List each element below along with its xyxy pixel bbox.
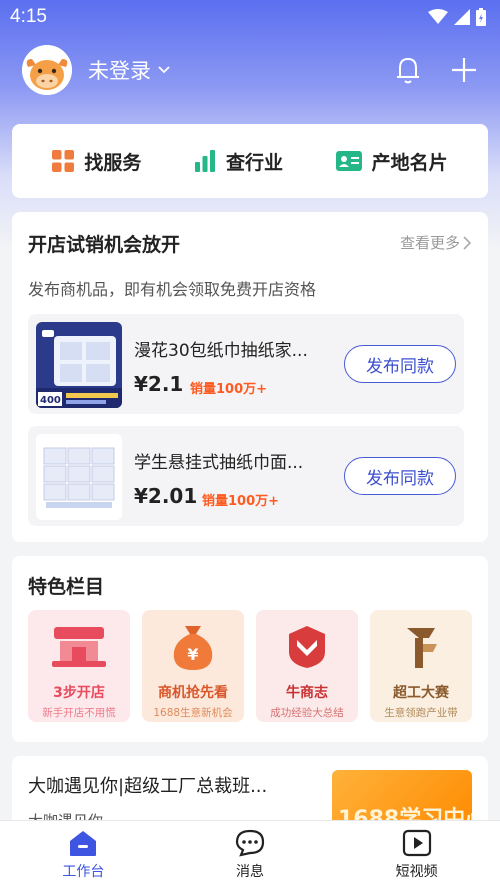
nav-item-short-video[interactable]: 短视频	[357, 829, 477, 881]
top-bar: 未登录	[0, 40, 500, 100]
tile-subtitle: 新手开店不用慌	[42, 707, 116, 719]
chevron-down-icon	[158, 66, 170, 74]
product-image-badge: 400	[40, 395, 61, 406]
chevron-right-icon	[463, 235, 472, 250]
money-bag-icon: ¥	[173, 626, 213, 670]
status-bar: 4:15	[0, 0, 500, 34]
features-title: 特色栏目	[28, 576, 105, 598]
publish-same-button[interactable]: 发布同款	[344, 345, 456, 383]
video-icon	[402, 829, 431, 856]
tile-open-store[interactable]: 3步开店 新手开店不用慌	[28, 610, 130, 722]
tile-title: 3步开店	[53, 685, 105, 701]
avatar[interactable]	[22, 45, 72, 95]
features-card: 特色栏目 3步开店 新手开店不用慌 ¥ 商机抢先看 1688生意新机会 牛商志 …	[12, 556, 488, 742]
promo-title: 开店试销机会放开	[28, 234, 181, 256]
promo-card: 开店试销机会放开 查看更多 发布商机品，即有机会领取免费开店资格 400 漫花3…	[12, 212, 488, 542]
article-title: 大咖遇见你|超级工厂总裁班...	[28, 776, 268, 797]
product-name: 学生悬挂式抽纸巾面...	[134, 453, 304, 473]
nav-item-messages[interactable]: 消息	[190, 829, 310, 881]
tile-title: 商机抢先看	[158, 685, 228, 701]
cow-mascot-icon	[22, 45, 72, 95]
publish-same-button[interactable]: 发布同款	[344, 457, 456, 495]
shop-icon	[52, 627, 106, 667]
tile-subtitle: 生意领跑产业带	[384, 707, 458, 719]
tile-opportunity[interactable]: ¥ 商机抢先看 1688生意新机会	[142, 610, 244, 722]
grid-icon	[52, 150, 75, 172]
login-status[interactable]: 未登录	[88, 55, 171, 85]
tile-title: 牛商志	[286, 685, 328, 701]
bar-chart-icon	[194, 150, 215, 172]
bell-icon[interactable]	[394, 55, 422, 85]
product-image: 400	[36, 322, 122, 408]
product-sales: 销量100万+	[202, 494, 280, 509]
wifi-icon	[428, 9, 448, 24]
id-card-icon	[335, 151, 362, 171]
tile-subtitle: 成功经验大总结	[270, 707, 344, 719]
nav-label: 短视频	[395, 863, 438, 880]
bottom-nav: 工作台 消息 短视频	[0, 820, 500, 888]
status-time: 4:15	[10, 6, 47, 27]
tile-title: 超工大赛	[393, 685, 449, 701]
view-more-link[interactable]: 查看更多	[400, 232, 472, 253]
origin-card-label: 产地名片	[371, 151, 448, 174]
product-sales: 销量100万+	[190, 382, 268, 397]
origin-card-button[interactable]: 产地名片	[335, 148, 448, 175]
nav-label: 工作台	[62, 863, 105, 880]
services-card: 找服务 查行业 产地名片	[12, 124, 488, 198]
nav-item-workbench[interactable]: 工作台	[23, 829, 143, 881]
battery-icon	[476, 8, 486, 26]
find-service-button[interactable]: 找服务	[52, 148, 141, 175]
product-name: 漫花30包纸巾抽纸家...	[134, 341, 308, 361]
tissue-pack-image: 400	[36, 322, 122, 408]
product-price: ¥2.1	[134, 372, 184, 396]
check-industry-label: 查行业	[225, 151, 283, 174]
promo-subtitle: 发布商机品，即有机会领取免费开店资格	[28, 280, 317, 299]
home-icon	[70, 830, 97, 856]
flag-icon	[407, 628, 437, 668]
nav-label: 消息	[235, 863, 264, 880]
view-more-label: 查看更多	[399, 234, 460, 252]
product-item[interactable]: 学生悬挂式抽纸巾面... ¥2.01 销量100万+ 发布同款	[28, 426, 464, 526]
check-industry-button[interactable]: 查行业	[194, 148, 283, 175]
find-service-label: 找服务	[84, 151, 142, 174]
plus-icon[interactable]	[450, 56, 478, 84]
tile-super-factory[interactable]: 超工大赛 生意领跑产业带	[370, 610, 472, 722]
login-label: 未登录	[88, 59, 151, 83]
signal-icon	[454, 9, 470, 25]
product-price: ¥2.01	[134, 484, 198, 508]
chat-icon	[235, 829, 265, 857]
product-item[interactable]: 400 漫花30包纸巾抽纸家... ¥2.1 销量100万+ 发布同款	[28, 314, 464, 414]
tissue-stack-image	[36, 434, 122, 520]
svg-text:¥: ¥	[187, 645, 198, 664]
tile-niushangzhi[interactable]: 牛商志 成功经验大总结	[256, 610, 358, 722]
badge-icon	[289, 626, 325, 668]
tile-subtitle: 1688生意新机会	[153, 707, 233, 719]
product-image	[36, 434, 122, 520]
